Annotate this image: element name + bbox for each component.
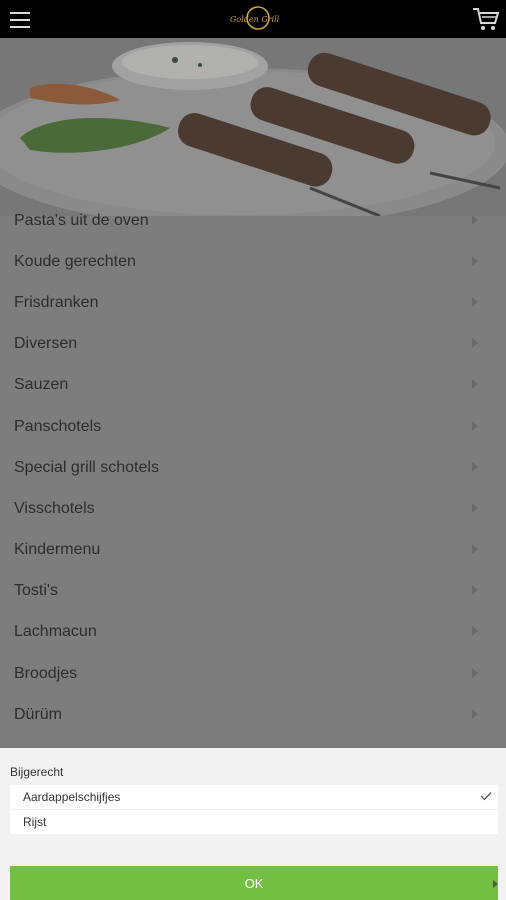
- brand-logo: Golden Grill: [230, 6, 280, 30]
- chevron-right-icon: [472, 626, 478, 637]
- category-label: Frisdranken: [14, 293, 99, 311]
- chevron-right-icon: [472, 585, 478, 596]
- category-label: Diversen: [14, 335, 78, 353]
- category-label: Broodjes: [14, 664, 78, 682]
- category-label: Pasta's uit de oven: [14, 211, 149, 229]
- category-label: Visschotels: [14, 499, 95, 517]
- category-label: Lachmacun: [14, 623, 97, 641]
- chevron-right-icon: [472, 296, 478, 307]
- chevron-right-icon: [472, 255, 478, 266]
- chevron-right-icon: [493, 880, 498, 888]
- category-item-frisdranken[interactable]: Frisdranken: [0, 282, 506, 323]
- picker-title: Bijgerecht: [10, 765, 64, 779]
- chevron-right-icon: [472, 214, 478, 225]
- category-item-diversen[interactable]: Diversen: [0, 324, 506, 365]
- top-bar: Golden Grill: [0, 0, 506, 38]
- chevron-right-icon: [472, 461, 478, 472]
- chevron-right-icon: [472, 667, 478, 678]
- category-label: Tosti's: [14, 582, 58, 600]
- category-item-visschotels[interactable]: Visschotels: [0, 488, 506, 529]
- option-label: Rijst: [23, 815, 47, 829]
- chevron-right-icon: [472, 420, 478, 431]
- category-item-kindermenu[interactable]: Kindermenu: [0, 530, 506, 571]
- option-label: Aardappelschijfjes: [23, 790, 121, 804]
- option-rijst[interactable]: Rijst: [10, 810, 498, 834]
- category-item-tostis[interactable]: Tosti's: [0, 571, 506, 612]
- shopping-cart-icon[interactable]: [472, 6, 500, 32]
- chevron-right-icon: [472, 379, 478, 390]
- hamburger-icon[interactable]: [10, 12, 30, 28]
- chevron-right-icon: [472, 708, 478, 719]
- category-list: Pasta's uit de oven Koude gerechten Fris…: [0, 200, 506, 735]
- hero-image: [0, 38, 506, 216]
- category-label: Special grill schotels: [14, 458, 159, 476]
- category-item-pastas[interactable]: Pasta's uit de oven: [0, 200, 506, 241]
- ok-button[interactable]: OK: [10, 866, 498, 900]
- chevron-right-icon: [472, 502, 478, 513]
- checkmark-icon: [480, 792, 492, 801]
- side-dish-picker: Bijgerecht Aardappelschijfjes Rijst OK: [0, 748, 506, 900]
- category-item-lachmacun[interactable]: Lachmacun: [0, 612, 506, 653]
- category-label: Sauzen: [14, 376, 69, 394]
- category-label: Koude gerechten: [14, 252, 136, 270]
- category-item-koude-gerechten[interactable]: Koude gerechten: [0, 241, 506, 282]
- svg-text:Golden Grill: Golden Grill: [230, 15, 280, 24]
- category-label: Dürüm: [14, 705, 63, 723]
- option-aardappelschijfjes[interactable]: Aardappelschijfjes: [10, 785, 498, 809]
- category-item-special-grill[interactable]: Special grill schotels: [0, 447, 506, 488]
- category-item-durum[interactable]: Dürüm: [0, 694, 506, 735]
- category-item-broodjes[interactable]: Broodjes: [0, 653, 506, 694]
- category-label: Kindermenu: [14, 541, 101, 559]
- category-label: Panschotels: [14, 417, 102, 435]
- category-item-sauzen[interactable]: Sauzen: [0, 365, 506, 406]
- chevron-right-icon: [472, 544, 478, 555]
- category-item-panschotels[interactable]: Panschotels: [0, 406, 506, 447]
- chevron-right-icon: [472, 338, 478, 349]
